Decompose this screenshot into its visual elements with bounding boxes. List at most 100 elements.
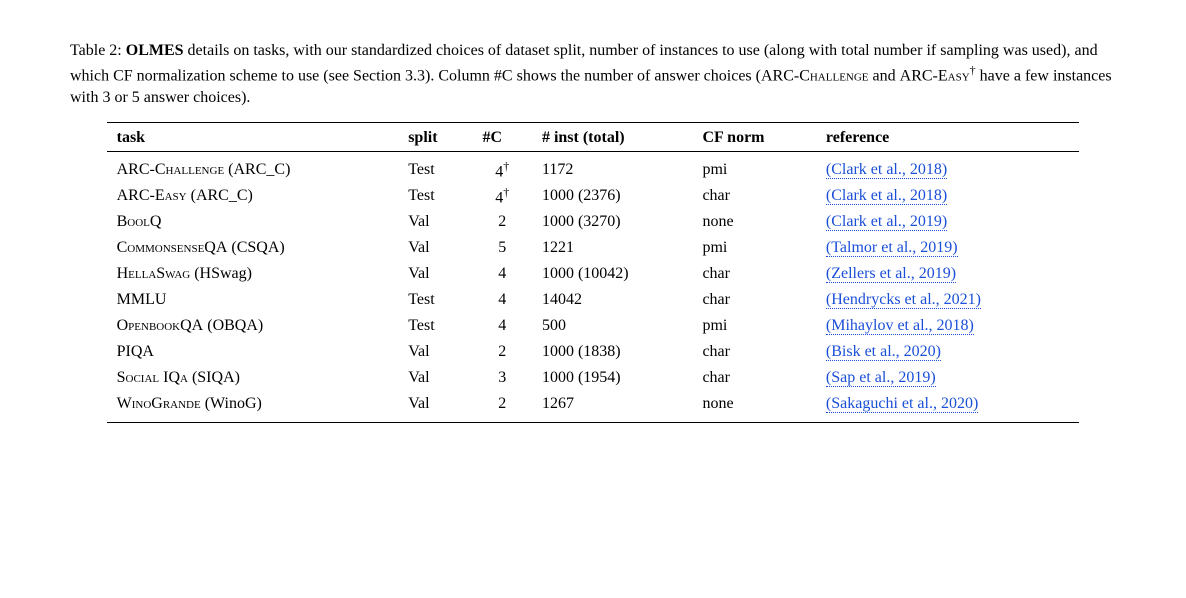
cell-reference: (Sakaguchi et al., 2020) — [816, 391, 1079, 423]
task-short: (ARC_C) — [187, 187, 253, 204]
inst-total: (1838) — [574, 343, 621, 360]
cell-task: Social IQa (SIQA) — [107, 365, 399, 391]
cell-num-choices: 2 — [472, 391, 532, 423]
cell-num-choices: 4 — [472, 261, 532, 287]
reference-link[interactable]: (Talmor et al., 2019) — [826, 239, 958, 257]
inst-value: 1000 — [542, 343, 574, 360]
reference-link[interactable]: (Mihaylov et al., 2018) — [826, 317, 974, 335]
num-choices-value: 2 — [498, 213, 506, 230]
reference-link[interactable]: (Zellers et al., 2019) — [826, 265, 956, 283]
table-row: ARC-Challenge (ARC_C) Test4†1172pmi (Clark… — [107, 152, 1080, 184]
cell-split: Test — [398, 287, 472, 313]
task-name: WinoGrande — [117, 395, 201, 412]
num-choices-value: 2 — [498, 395, 506, 412]
cell-split: Test — [398, 183, 472, 209]
reference-link[interactable]: (Bisk et al., 2020) — [826, 343, 941, 361]
cell-num-inst: 1221 — [532, 235, 692, 261]
cell-split: Test — [398, 152, 472, 184]
cell-num-inst: 1000 (10042) — [532, 261, 692, 287]
num-choices-value: 4 — [495, 163, 503, 180]
table-header-row: task split #C # inst (total) CF norm ref… — [107, 123, 1080, 152]
dagger-icon: † — [503, 185, 509, 199]
cell-split: Val — [398, 391, 472, 423]
inst-value: 1221 — [542, 239, 574, 256]
task-short: (WinoG) — [201, 395, 262, 412]
caption-task-arc-easy: ARC-Easy — [900, 67, 970, 84]
num-choices-value: 3 — [498, 369, 506, 386]
cell-cf-norm: none — [692, 209, 815, 235]
task-name: CommonsenseQA — [117, 239, 228, 256]
cell-num-choices: 2 — [472, 339, 532, 365]
cell-num-choices: 5 — [472, 235, 532, 261]
num-choices-value: 4 — [498, 317, 506, 334]
col-header-cf-norm: CF norm — [692, 123, 815, 152]
inst-value: 500 — [542, 317, 566, 334]
cell-split: Val — [398, 235, 472, 261]
reference-link[interactable]: (Clark et al., 2018) — [826, 161, 947, 179]
cell-num-inst: 1172 — [532, 152, 692, 184]
caption-bold: OLMES — [126, 42, 184, 59]
cell-num-inst: 500 — [532, 313, 692, 339]
cell-task: OpenbookQA (OBQA) — [107, 313, 399, 339]
task-name: PIQA — [117, 343, 154, 360]
cell-reference: (Zellers et al., 2019) — [816, 261, 1079, 287]
cell-cf-norm: none — [692, 391, 815, 423]
num-choices-value: 5 — [498, 239, 506, 256]
cell-split: Val — [398, 209, 472, 235]
task-short: (SIQA) — [188, 369, 240, 386]
cell-num-inst: 1000 (3270) — [532, 209, 692, 235]
task-short: (ARC_C) — [224, 161, 290, 178]
num-choices-value: 4 — [498, 291, 506, 308]
cell-cf-norm: pmi — [692, 235, 815, 261]
inst-value: 1000 — [542, 187, 574, 204]
table-row: ARC-Easy (ARC_C)Test4†1000 (2376)char(Cl… — [107, 183, 1080, 209]
cell-cf-norm: pmi — [692, 152, 815, 184]
cell-num-choices: 4 — [472, 287, 532, 313]
table-row: MMLU Test 4 14042 char (Hendrycks et al., 202… — [107, 287, 1080, 313]
num-choices-value: 4 — [498, 265, 506, 282]
cell-reference: (Talmor et al., 2019) — [816, 235, 1079, 261]
reference-link[interactable]: (Clark et al., 2019) — [826, 213, 947, 231]
reference-link[interactable]: (Sap et al., 2019) — [826, 369, 936, 387]
table-row: Social IQa (SIQA)Val31000 (1954)char(Sap… — [107, 365, 1080, 391]
cell-num-inst: 14042 — [532, 287, 692, 313]
cell-task: BoolQ — [107, 209, 399, 235]
task-name: BoolQ — [117, 213, 162, 230]
cell-reference: (Bisk et al., 2020) — [816, 339, 1079, 365]
reference-link[interactable]: (Clark et al., 2018) — [826, 187, 947, 205]
task-name: MMLU — [117, 291, 167, 308]
cell-cf-norm: char — [692, 339, 815, 365]
cell-task: CommonsenseQA (CSQA) — [107, 235, 399, 261]
cell-cf-norm: char — [692, 365, 815, 391]
cell-task: MMLU — [107, 287, 399, 313]
cell-num-choices: 4† — [472, 152, 532, 184]
cell-num-choices: 4† — [472, 183, 532, 209]
cell-split: Val — [398, 339, 472, 365]
table-caption: Table 2: OLMES details on tasks, with ou… — [70, 40, 1116, 108]
cell-num-choices: 3 — [472, 365, 532, 391]
cell-cf-norm: char — [692, 287, 815, 313]
cell-reference: (Sap et al., 2019) — [816, 365, 1079, 391]
caption-task-arc-challenge: ARC-Challenge — [761, 67, 869, 84]
cell-num-choices: 2 — [472, 209, 532, 235]
cell-num-inst: 1000 (1838) — [532, 339, 692, 365]
inst-value: 14042 — [542, 291, 582, 308]
table-row: CommonsenseQA (CSQA)Val51221pmi(Talmor e… — [107, 235, 1080, 261]
task-name: Social IQa — [117, 369, 188, 386]
cell-split: Test — [398, 313, 472, 339]
inst-total: (10042) — [574, 265, 629, 282]
cell-num-inst: 1000 (2376) — [532, 183, 692, 209]
task-short: (CSQA) — [227, 239, 284, 256]
col-header-split: split — [398, 123, 472, 152]
cell-reference: (Clark et al., 2019) — [816, 209, 1079, 235]
caption-text-2: and — [869, 67, 900, 84]
cell-task: PIQA — [107, 339, 399, 365]
task-name: ARC-Challenge — [117, 161, 225, 178]
cell-task: HellaSwag (HSwag) — [107, 261, 399, 287]
reference-link[interactable]: (Hendrycks et al., 2021) — [826, 291, 981, 309]
inst-value: 1000 — [542, 369, 574, 386]
cell-reference: (Hendrycks et al., 2021) — [816, 287, 1079, 313]
reference-link[interactable]: (Sakaguchi et al., 2020) — [826, 395, 978, 413]
table-row: PIQAVal21000 (1838)char(Bisk et al., 202… — [107, 339, 1080, 365]
table-row: OpenbookQA (OBQA)Test4500pmi(Mihaylov et… — [107, 313, 1080, 339]
